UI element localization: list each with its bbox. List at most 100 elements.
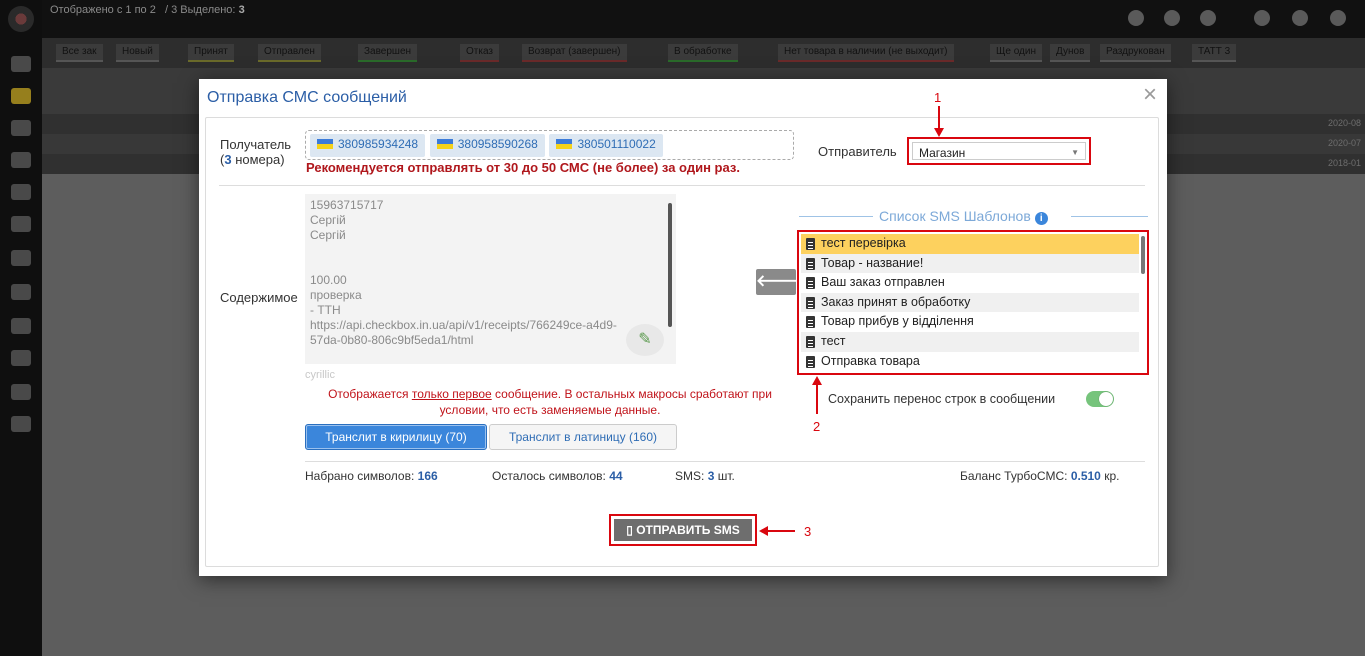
- balance: Баланс ТурбоСМС: 0.510 кр.: [960, 469, 1120, 483]
- templates-list: тест перевірка Товар - название! Ваш зак…: [797, 230, 1149, 375]
- annotation-number: 3: [804, 524, 812, 539]
- divider: [219, 185, 1145, 186]
- status-tab[interactable]: Принят: [188, 44, 234, 62]
- phone-icon: ▯: [626, 523, 633, 537]
- status-tab[interactable]: ТАТТ 3: [1192, 44, 1237, 62]
- left-navigation-rail: [0, 0, 42, 656]
- status-tab[interactable]: Возврат (завершен): [522, 44, 627, 62]
- modal-body: Получатель (3 номера) 380985934248 38095…: [205, 90, 1159, 567]
- annotation-arrow: [938, 106, 940, 129]
- records-summary: Отображено с 1 по 2 / 3 Выделено: 3: [50, 4, 245, 16]
- templates-legend-text: Список SMS Шаблонов i: [879, 208, 1048, 225]
- send-sms-button[interactable]: ▯ ОТПРАВИТЬ SMS: [614, 519, 752, 541]
- chart-icon[interactable]: [11, 284, 31, 300]
- textarea-scrollbar[interactable]: [668, 203, 672, 327]
- status-tab[interactable]: Раздрукован: [1100, 44, 1171, 62]
- orders-icon[interactable]: [11, 88, 31, 104]
- document-icon: [806, 277, 815, 290]
- macro-notice: Отображается только первое сообщение. В …: [328, 387, 772, 417]
- modal-header: Отправка СМС сообщений ×: [199, 79, 1167, 117]
- chevron-down-icon[interactable]: [1330, 10, 1346, 26]
- status-tab[interactable]: Отправлен: [258, 44, 321, 62]
- sms-count: SMS: 3 шт.: [675, 469, 735, 483]
- ukraine-flag-icon: [556, 139, 573, 149]
- recipient-chip[interactable]: 380501110022: [549, 134, 663, 157]
- template-item[interactable]: Отправка товара: [801, 352, 1139, 372]
- message-content-textarea[interactable]: 15963715717 Сергій Сергій 100.00 проверк…: [305, 194, 676, 364]
- close-icon[interactable]: ×: [1143, 83, 1157, 107]
- keep-line-breaks-label: Сохранить перенос строк в сообщении: [828, 392, 1056, 406]
- status-tab[interactable]: В обработке: [668, 44, 738, 62]
- document-icon: [806, 316, 815, 329]
- recipient-count: 3: [224, 152, 232, 167]
- delivery-icon[interactable]: [11, 216, 31, 232]
- status-tab[interactable]: Ще один: [990, 44, 1042, 62]
- template-item[interactable]: Товар - название!: [801, 253, 1139, 274]
- annotation-arrow: [816, 384, 818, 414]
- status-tab[interactable]: Новый: [116, 44, 159, 62]
- caret-down-icon: ▼: [1071, 148, 1079, 157]
- document-icon: [806, 257, 815, 270]
- translit-cyrillic-button[interactable]: Транслит в кирилицу (70): [305, 424, 487, 450]
- insert-template-button[interactable]: 🡐: [756, 269, 799, 295]
- users-icon[interactable]: [11, 120, 31, 136]
- status-tab[interactable]: Дунов: [1050, 44, 1091, 62]
- legend-line: [799, 216, 873, 217]
- legend-line: [1071, 216, 1148, 217]
- ukraine-flag-icon: [317, 139, 333, 149]
- keep-line-breaks-toggle[interactable]: [1086, 391, 1114, 407]
- typed-count: Набрано символов: 166: [305, 469, 438, 483]
- notice-link: только первое: [411, 387, 492, 401]
- sender-select[interactable]: Магазин ▼: [912, 142, 1086, 160]
- bank-icon[interactable]: [11, 152, 31, 168]
- user-icon[interactable]: [1254, 10, 1270, 26]
- gear-icon[interactable]: [1164, 10, 1180, 26]
- template-item[interactable]: тест: [801, 331, 1139, 352]
- remaining-count: Осталось символов: 44: [492, 469, 623, 483]
- content-label: Содержимое: [220, 290, 298, 305]
- translit-latin-button[interactable]: Транслит в латиницу (160): [489, 424, 677, 450]
- annotation-arrow: [767, 530, 795, 532]
- document-icon: [806, 238, 815, 250]
- recipient-chip[interactable]: 380958590268: [429, 134, 545, 157]
- status-tab[interactable]: Все зак: [56, 44, 103, 62]
- templates-scrollbar[interactable]: [1141, 236, 1145, 274]
- status-tab[interactable]: Завершен: [358, 44, 418, 62]
- info-icon[interactable]: i: [1034, 212, 1048, 225]
- recipient-chip[interactable]: 380985934248: [310, 134, 426, 157]
- annotation-number: 1: [934, 90, 942, 105]
- row-date: 2020-08: [1327, 118, 1361, 128]
- status-tab[interactable]: Нет товара в наличии (не выходит): [778, 44, 954, 62]
- ukraine-flag-icon: [436, 139, 453, 149]
- sms-send-modal: Отправка СМС сообщений × Получатель (3 н…: [199, 79, 1167, 576]
- sliders-icon[interactable]: [11, 318, 31, 334]
- arrow-left-icon: 🡐: [756, 273, 799, 290]
- bell-icon[interactable]: [1292, 10, 1308, 26]
- divider: [305, 461, 1145, 462]
- template-item[interactable]: Товар прибув у відділення: [801, 312, 1139, 332]
- status-tab[interactable]: Отказ: [460, 44, 499, 62]
- template-item[interactable]: тест перевірка: [801, 234, 1139, 254]
- app-logo-icon[interactable]: [8, 6, 34, 32]
- template-item[interactable]: Заказ принят в обработку: [801, 292, 1139, 313]
- refresh-icon[interactable]: [1128, 10, 1144, 26]
- edit-icon[interactable]: ✎: [626, 324, 664, 356]
- box-icon[interactable]: [11, 184, 31, 200]
- row-date: 2018-01: [1327, 158, 1361, 168]
- annotation-number: 2: [813, 419, 821, 434]
- sender-label: Отправитель: [818, 144, 897, 159]
- templates-legend: Список SMS Шаблонов i: [799, 207, 1148, 225]
- charset-tag: cyrillic: [305, 369, 335, 381]
- toggle-icon[interactable]: [11, 416, 31, 432]
- handshake-icon[interactable]: [11, 384, 31, 400]
- window-icon[interactable]: [1200, 10, 1216, 26]
- template-item[interactable]: Ваш заказ отправлен: [801, 273, 1139, 293]
- document-icon: [806, 335, 815, 348]
- sender-highlight: Магазин ▼: [907, 137, 1091, 165]
- document-icon: [806, 355, 815, 368]
- row-date: 2020-07: [1327, 138, 1361, 148]
- megaphone-icon[interactable]: [11, 250, 31, 266]
- monitor-icon[interactable]: [11, 56, 31, 72]
- info-icon[interactable]: [11, 350, 31, 366]
- recipients-field[interactable]: 380985934248 380958590268 380501110022: [305, 130, 794, 160]
